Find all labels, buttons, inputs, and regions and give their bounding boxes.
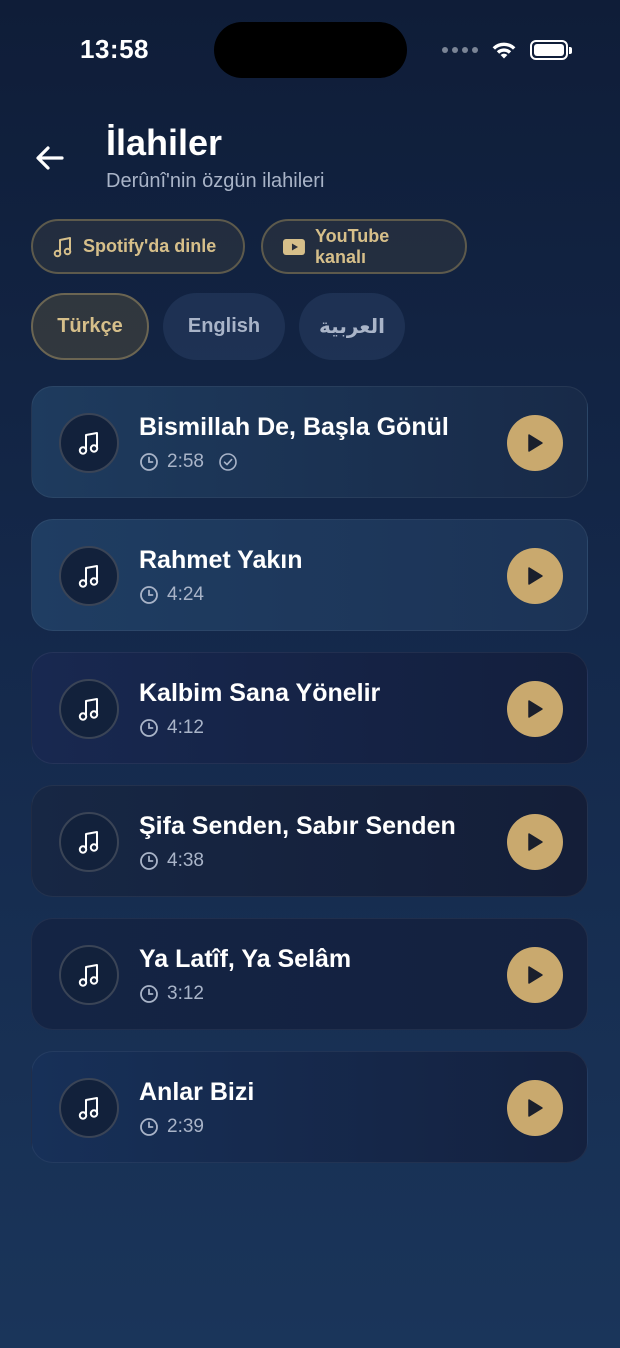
track-title: Şifa Senden, Sabır Senden — [139, 812, 456, 840]
status-time: 13:58 — [80, 34, 149, 64]
clock-icon — [140, 719, 158, 737]
play-icon — [528, 700, 543, 718]
tab-english[interactable]: English — [163, 293, 285, 360]
wifi-icon — [492, 42, 516, 59]
track-meta: 2:39 — [139, 1116, 204, 1138]
clock-icon — [140, 985, 158, 1003]
music-note-icon — [53, 236, 72, 257]
language-tabs: Türkçe English العربية — [31, 293, 405, 360]
music-note-icon — [59, 1078, 119, 1138]
music-note-icon — [59, 546, 119, 606]
page-subtitle: Derûnî'nin özgün ilahileri — [106, 170, 325, 192]
track-item[interactable]: Anlar Bizi 2:39 — [31, 1051, 588, 1163]
track-item[interactable]: Bismillah De, Başla Gönül 2:58 — [31, 386, 588, 498]
play-button[interactable] — [507, 947, 563, 1003]
track-meta: 3:12 — [139, 983, 204, 1005]
clock-icon — [140, 852, 158, 870]
play-button[interactable] — [507, 681, 563, 737]
clock-icon — [140, 1118, 158, 1136]
track-item[interactable]: Kalbim Sana Yönelir 4:12 — [31, 652, 588, 764]
spotify-button[interactable]: Spotify'da dinle — [31, 219, 245, 274]
track-title: Bismillah De, Başla Gönül — [139, 413, 449, 441]
dynamic-island — [214, 22, 407, 78]
track-item[interactable]: Rahmet Yakın 4:24 — [31, 519, 588, 631]
battery-icon — [530, 40, 572, 60]
play-icon — [528, 833, 543, 851]
music-note-icon — [59, 413, 119, 473]
youtube-button[interactable]: YouTube kanalı — [261, 219, 467, 274]
play-icon — [528, 434, 543, 452]
page-title: İlahiler — [106, 122, 223, 163]
play-icon — [528, 1099, 543, 1117]
play-button[interactable] — [507, 415, 563, 471]
play-button[interactable] — [507, 548, 563, 604]
track-meta: 2:58 — [139, 451, 238, 473]
arrow-left-icon — [36, 146, 64, 170]
spotify-button-label: Spotify'da dinle — [83, 236, 217, 256]
clock-icon — [140, 586, 158, 604]
status-bar: 13:58 — [0, 0, 620, 100]
track-item[interactable]: Şifa Senden, Sabır Senden 4:38 — [31, 785, 588, 897]
tab-arabic[interactable]: العربية — [299, 293, 405, 360]
music-note-icon — [59, 945, 119, 1005]
play-button[interactable] — [507, 1080, 563, 1136]
track-title: Anlar Bizi — [139, 1078, 255, 1106]
tab-turkish[interactable]: Türkçe — [31, 293, 149, 360]
track-list: Bismillah De, Başla Gönül 2:58 Rahmet Ya… — [31, 386, 588, 1184]
status-icons — [442, 38, 572, 62]
youtube-button-label: YouTube kanalı — [314, 225, 390, 267]
back-button[interactable] — [30, 138, 70, 178]
play-icon — [528, 567, 543, 585]
track-meta: 4:24 — [139, 584, 204, 606]
play-button[interactable] — [507, 814, 563, 870]
track-duration: 2:58 — [167, 451, 204, 472]
play-icon — [528, 966, 543, 984]
signal-icon — [442, 47, 478, 53]
track-duration: 4:24 — [167, 584, 204, 605]
external-links: Spotify'da dinle YouTube kanalı — [31, 219, 467, 274]
track-title: Rahmet Yakın — [139, 546, 303, 574]
track-item[interactable]: Ya Latîf, Ya Selâm 3:12 — [31, 918, 588, 1030]
track-duration: 3:12 — [167, 983, 204, 1004]
track-duration: 4:38 — [167, 850, 204, 871]
check-circle-icon — [219, 453, 237, 471]
youtube-icon — [283, 238, 305, 255]
music-note-icon — [59, 812, 119, 872]
clock-icon — [140, 453, 158, 471]
track-meta: 4:12 — [139, 717, 204, 739]
music-note-icon — [59, 679, 119, 739]
track-duration: 2:39 — [167, 1116, 204, 1137]
track-meta: 4:38 — [139, 850, 204, 872]
track-title: Kalbim Sana Yönelir — [139, 679, 381, 707]
track-title: Ya Latîf, Ya Selâm — [139, 945, 352, 973]
track-duration: 4:12 — [167, 717, 204, 738]
